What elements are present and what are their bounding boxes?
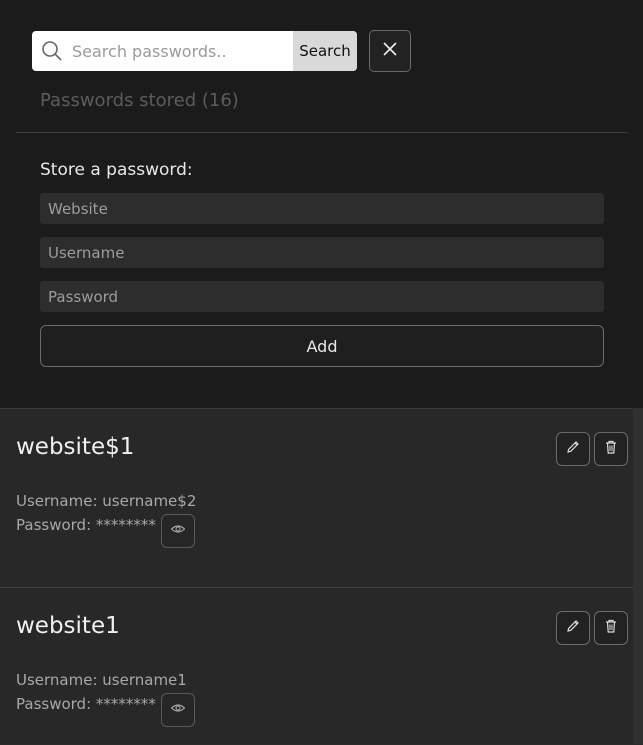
reveal-password-button[interactable] bbox=[161, 693, 195, 727]
password-field[interactable] bbox=[40, 281, 604, 312]
delete-button[interactable] bbox=[594, 611, 628, 645]
edit-button[interactable] bbox=[556, 611, 590, 645]
eye-icon bbox=[170, 521, 186, 541]
entry-password: Password: ******** bbox=[16, 695, 156, 713]
website-field[interactable] bbox=[40, 193, 604, 224]
divider bbox=[16, 132, 628, 133]
search-icon bbox=[32, 31, 72, 71]
entry-username: Username: username$2 bbox=[16, 492, 197, 510]
scrollbar[interactable] bbox=[633, 408, 643, 744]
add-button[interactable]: Add bbox=[40, 325, 604, 367]
top-panel: Search Passwords stored (16) Store a pas… bbox=[0, 0, 643, 408]
password-entry bbox=[0, 588, 633, 744]
pencil-icon bbox=[565, 439, 581, 459]
search-button[interactable]: Search bbox=[293, 31, 357, 71]
search-input[interactable] bbox=[72, 31, 293, 71]
passwords-stored-count: Passwords stored (16) bbox=[40, 90, 239, 111]
username-field[interactable] bbox=[40, 237, 604, 268]
clear-search-button[interactable] bbox=[369, 30, 411, 72]
trash-icon bbox=[603, 439, 619, 459]
entry-website: website$1 bbox=[16, 434, 135, 460]
edit-button[interactable] bbox=[556, 432, 590, 466]
entry-username: Username: username1 bbox=[16, 671, 187, 689]
entry-password: Password: ******** bbox=[16, 516, 156, 534]
pencil-icon bbox=[565, 618, 581, 638]
close-icon bbox=[382, 41, 398, 61]
delete-button[interactable] bbox=[594, 432, 628, 466]
reveal-password-button[interactable] bbox=[161, 514, 195, 548]
search-bar: Search bbox=[32, 31, 357, 71]
trash-icon bbox=[603, 618, 619, 638]
store-password-label: Store a password: bbox=[40, 160, 193, 180]
eye-icon bbox=[170, 700, 186, 720]
entry-website: website1 bbox=[16, 613, 120, 639]
